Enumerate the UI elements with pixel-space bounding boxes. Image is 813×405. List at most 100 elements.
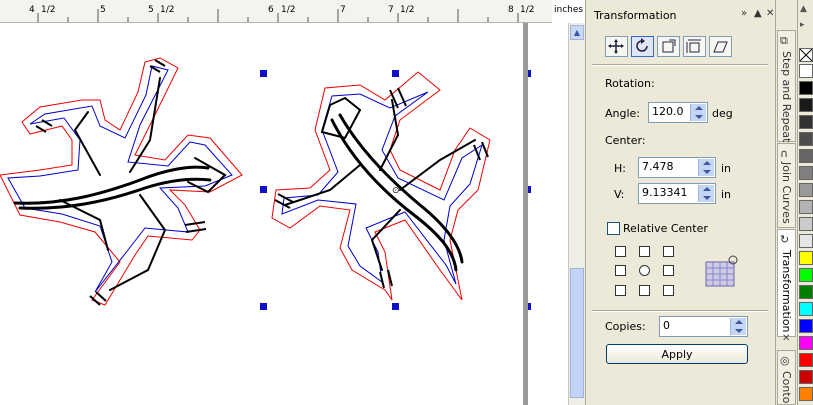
color-swatch[interactable] <box>799 319 813 333</box>
skew-mode-button[interactable] <box>709 36 732 57</box>
color-swatch[interactable] <box>799 115 813 129</box>
anchor-bottom-left[interactable] <box>615 285 626 296</box>
right-lizard-body <box>284 96 476 272</box>
divider <box>592 310 768 312</box>
color-swatch[interactable] <box>799 370 813 384</box>
expand-icon[interactable]: » <box>741 8 747 19</box>
h-input[interactable] <box>639 158 697 175</box>
left-lizard-body <box>13 77 227 291</box>
angle-unit: deg <box>712 107 733 120</box>
color-swatch[interactable] <box>799 132 813 146</box>
tab-contour[interactable]: ◎ Conto <box>777 350 796 405</box>
ruler-label-5: 5 <box>100 5 106 15</box>
rotate-icon <box>636 38 648 52</box>
ruler-label-8: 8 <box>508 5 514 15</box>
ruler-label-5b: 5 <box>148 5 154 15</box>
horizontal-ruler[interactable]: 4 1/2 5 5 1/2 6 1/2 7 7 1/2 8 1/2 inches <box>0 0 583 23</box>
angle-input[interactable] <box>649 103 689 120</box>
v-label: V: <box>614 188 625 201</box>
position-mode-button[interactable] <box>605 36 628 57</box>
relative-center-label: Relative Center <box>623 222 708 235</box>
ruler-label-half: 1/2 <box>400 5 415 15</box>
drawing-canvas[interactable]: ⊙ <box>0 23 523 405</box>
contour-icon: ◎ <box>780 354 790 367</box>
anchor-middle-right[interactable] <box>663 265 674 276</box>
rotation-heading: Rotation: <box>605 77 655 90</box>
anchor-bottom-right[interactable] <box>663 285 674 296</box>
scale-mode-button[interactable] <box>657 36 680 57</box>
color-swatch[interactable] <box>799 387 813 401</box>
angle-spinbox[interactable] <box>648 102 708 123</box>
v-spinbox[interactable] <box>638 183 716 204</box>
anchor-middle-left[interactable] <box>615 265 626 276</box>
desktop-selection-handles[interactable] <box>528 23 568 405</box>
ruler-label-half: 1/2 <box>41 5 56 15</box>
tab-step-and-repeat[interactable]: ⧉ Step and Repeat <box>777 30 796 142</box>
scale-icon <box>662 39 676 53</box>
anchor-center[interactable] <box>639 265 650 276</box>
close-icon[interactable]: ✕ <box>766 8 774 19</box>
scrollbar-thumb[interactable] <box>570 268 584 398</box>
size-icon <box>686 39 701 53</box>
join-curves-icon: ∩ <box>780 147 789 160</box>
selection-handle <box>392 70 399 77</box>
scroll-up-icon[interactable]: ▲ <box>570 25 584 40</box>
color-swatch[interactable] <box>799 285 813 299</box>
palette-flyout-icon[interactable]: ▸ <box>800 20 805 30</box>
selection-handle <box>392 303 399 310</box>
position-icon <box>608 39 624 54</box>
collapse-icon[interactable]: ▲ <box>754 8 762 19</box>
color-swatch[interactable] <box>799 251 813 265</box>
color-palette: ▲ ▸ <box>797 0 813 405</box>
selection-handle <box>260 70 267 77</box>
left-lizard-claws <box>35 59 207 306</box>
relative-center-checkbox[interactable] <box>607 222 620 235</box>
color-swatch[interactable] <box>799 183 813 197</box>
color-swatch[interactable] <box>799 268 813 282</box>
anchor-top-right[interactable] <box>663 246 674 257</box>
close-tab-icon[interactable]: ✕ <box>782 333 790 344</box>
ruler-label-half: 1/2 <box>160 5 175 15</box>
v-input[interactable] <box>639 184 697 201</box>
h-unit: in <box>721 162 732 175</box>
ruler-ticks <box>37 9 519 22</box>
color-swatch[interactable] <box>799 149 813 163</box>
v-stepper-icon[interactable] <box>698 185 714 202</box>
apply-to-duplicate-icon[interactable] <box>704 254 740 288</box>
copies-label: Copies: <box>605 320 646 333</box>
h-label: H: <box>614 162 626 175</box>
anchor-top-left[interactable] <box>615 246 626 257</box>
color-swatch[interactable] <box>799 166 813 180</box>
color-swatch[interactable] <box>799 81 813 95</box>
copies-input[interactable] <box>660 317 729 334</box>
color-swatch[interactable] <box>799 98 813 112</box>
size-mode-button[interactable] <box>683 36 706 57</box>
docker-header: Transformation » ▲ ✕ <box>586 0 775 30</box>
apply-button[interactable]: Apply <box>606 344 748 364</box>
anchor-top-center[interactable] <box>639 246 650 257</box>
color-swatch[interactable] <box>799 64 813 78</box>
color-swatch[interactable] <box>799 234 813 248</box>
ruler-label-6: 6 <box>268 5 274 15</box>
rotate-mode-button[interactable] <box>631 36 654 57</box>
angle-stepper-icon[interactable] <box>690 104 706 121</box>
palette-scroll-up-icon[interactable]: ▲ <box>800 4 807 14</box>
copies-stepper-icon[interactable] <box>730 318 746 335</box>
ruler-units: inches <box>554 5 584 15</box>
color-swatch[interactable] <box>799 336 813 350</box>
color-swatch[interactable] <box>799 302 813 316</box>
angle-label: Angle: <box>605 107 641 120</box>
h-spinbox[interactable] <box>638 157 716 178</box>
h-stepper-icon[interactable] <box>698 159 714 176</box>
color-swatch[interactable] <box>799 217 813 231</box>
lizard-artwork[interactable]: ⊙ <box>0 23 523 405</box>
desktop-area[interactable] <box>528 23 568 405</box>
color-swatch[interactable] <box>799 200 813 214</box>
tab-transformation[interactable]: ↻ Transformation <box>777 229 796 337</box>
vertical-scrollbar[interactable]: ▲ <box>568 23 586 405</box>
copies-spinbox[interactable] <box>659 316 748 337</box>
anchor-bottom-center[interactable] <box>639 285 650 296</box>
tab-join-curves[interactable]: ∩ Join Curves <box>777 143 796 228</box>
no-color-swatch[interactable] <box>799 48 813 62</box>
color-swatch[interactable] <box>799 353 813 367</box>
